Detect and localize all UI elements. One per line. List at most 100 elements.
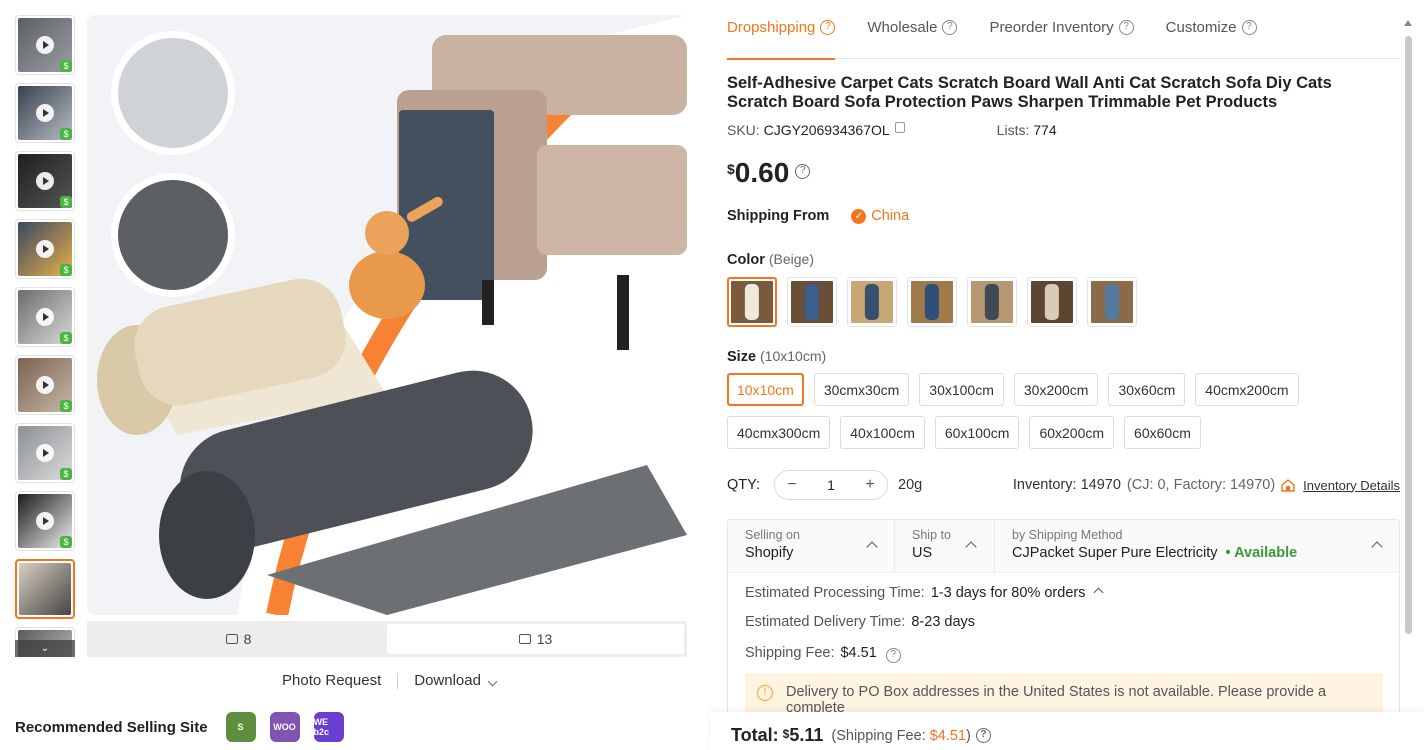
shopify-icon[interactable]: S	[225, 712, 256, 742]
copy-icon[interactable]	[894, 122, 905, 133]
help-icon[interactable]: ?	[1118, 20, 1134, 35]
size-option[interactable]: 40cmx200cm	[1195, 373, 1299, 406]
thumbnail[interactable]	[15, 559, 75, 619]
help-icon[interactable]: ?	[885, 648, 901, 663]
increment-button[interactable]: +	[863, 476, 877, 494]
size-option[interactable]: 40x100cm	[840, 416, 925, 449]
price-badge-icon: $	[60, 60, 72, 72]
help-icon[interactable]: ?	[975, 728, 991, 743]
size-option[interactable]: 60x60cm	[1124, 416, 1201, 449]
video-icon	[225, 634, 238, 644]
thumbnail[interactable]: $	[15, 15, 75, 75]
product-meta: SKU: CJGY206934367OL Lists: 774	[727, 122, 1057, 138]
color-swatch[interactable]	[1027, 277, 1077, 327]
shipping-from-value[interactable]: China	[871, 208, 909, 224]
swatch-roll	[864, 284, 880, 320]
inventory-label: Inventory:	[1012, 477, 1077, 493]
swatch-roll	[924, 284, 940, 320]
purchase-mode-tabs: Dropshipping? Wholesale? Preorder Inventor…	[727, 0, 1400, 60]
woocommerce-icon[interactable]: WOO	[269, 712, 300, 742]
total-label: Total:	[731, 725, 779, 745]
price-amount: 0.60	[734, 157, 790, 188]
price-badge-icon: $	[60, 536, 72, 548]
thumbnail[interactable]: $	[15, 287, 75, 347]
quantity-input[interactable]: 1	[827, 477, 835, 493]
color-swatch[interactable]	[907, 277, 957, 327]
thumbnail[interactable]: $	[15, 151, 75, 211]
decrement-button[interactable]: −	[785, 476, 799, 494]
swatch-image	[791, 281, 833, 323]
play-icon	[36, 104, 54, 122]
size-option[interactable]: 30x60cm	[1108, 373, 1186, 406]
tab-videos[interactable]: 8	[90, 624, 387, 654]
ship-to-select[interactable]: Ship to US	[895, 520, 995, 572]
size-option[interactable]: 30x200cm	[1013, 373, 1099, 406]
tab-dropshipping[interactable]: Dropshipping?	[727, 0, 836, 60]
size-option[interactable]: 60x200cm	[1029, 416, 1115, 449]
color-swatch[interactable]	[847, 277, 897, 327]
inventory-details-link[interactable]: Inventory Details	[1303, 478, 1400, 493]
selling-on-select[interactable]: Selling on Shopify	[728, 520, 895, 572]
tab-preorder-inventory[interactable]: Preorder Inventory?	[989, 0, 1134, 59]
swatch-roll	[1104, 284, 1120, 320]
shipping-method-select[interactable]: by Shipping Method CJPacket Super Pure E…	[995, 520, 1399, 572]
scroll-up-arrow[interactable]	[1404, 20, 1412, 26]
tab-label: Customize	[1165, 19, 1237, 36]
play-icon	[36, 36, 54, 54]
selling-site-icons: S WOO WE b2c	[225, 712, 344, 742]
total-bar: Total: $5.11 (Shipping Fee: $4.51) ?	[710, 712, 1424, 750]
thumbnail[interactable]: $	[15, 491, 75, 551]
shipping-fee: Shipping Fee: $4.51 ?	[745, 645, 901, 663]
processing-value: 1-3 days for 80% orders	[930, 585, 1086, 601]
lists-value: 774	[1033, 122, 1057, 138]
size-option[interactable]: 30cmx30cm	[813, 373, 910, 406]
color-swatch[interactable]	[787, 277, 837, 327]
chevron-up-icon[interactable]	[1093, 587, 1103, 598]
swatch-image	[731, 281, 773, 323]
help-icon[interactable]: ?	[795, 164, 811, 179]
qty-label: QTY:	[727, 477, 761, 493]
gallery-actions: Photo Request Download	[282, 672, 498, 689]
quantity-stepper: − 1 +	[774, 470, 889, 500]
photo-request-link[interactable]: Photo Request	[282, 672, 381, 689]
tab-images[interactable]: 13	[387, 624, 684, 654]
color-label: Color	[727, 252, 765, 268]
tab-wholesale[interactable]: Wholesale?	[867, 0, 958, 59]
download-dropdown[interactable]: Download	[414, 672, 498, 689]
warehouse-icon	[1281, 478, 1295, 492]
play-icon	[36, 308, 54, 326]
delivery-value: 8-23 days	[911, 614, 976, 630]
help-icon[interactable]: ?	[820, 20, 836, 35]
recommended-label: Recommended Selling Site	[15, 718, 208, 736]
help-icon[interactable]: ?	[1241, 20, 1257, 35]
price-currency: $	[727, 161, 735, 177]
thumbnail[interactable]: $	[15, 355, 75, 415]
color-swatch[interactable]	[967, 277, 1017, 327]
tab-label: Preorder Inventory	[989, 19, 1114, 36]
fee-value: $4.51	[929, 728, 967, 744]
divider	[397, 672, 399, 689]
thumbnail[interactable]: $	[15, 423, 75, 483]
thumbnail-list: $ $ $ $ $ $ $ $	[15, 15, 75, 657]
size-option[interactable]: 30x100cm	[919, 373, 1004, 406]
color-swatch[interactable]	[1087, 277, 1137, 327]
product-title: Self-Adhesive Carpet Cats Scratch Board …	[727, 74, 1332, 111]
total-shipping-fee: (Shipping Fee: $4.51)	[831, 728, 970, 744]
size-option[interactable]: 10x10cm	[727, 373, 804, 406]
size-option[interactable]: 40cmx300cm	[727, 416, 831, 449]
color-swatch[interactable]	[727, 277, 777, 327]
price-badge-icon: $	[60, 332, 72, 344]
wix-b2c-icon[interactable]: WE b2c	[313, 712, 344, 742]
scrollbar[interactable]	[1405, 36, 1412, 634]
tab-customize[interactable]: Customize?	[1166, 0, 1257, 59]
size-option[interactable]: 60x100cm	[934, 416, 1020, 449]
help-icon[interactable]: ?	[942, 20, 958, 35]
thumbnail[interactable]: $	[15, 219, 75, 279]
shipping-fee-label: Shipping Fee:	[745, 645, 835, 661]
delivery-time: Estimated Delivery Time: 8-23 days	[745, 614, 975, 630]
thumbnail[interactable]: $	[15, 83, 75, 143]
thumbnails-scroll-down-button[interactable]: ⌄	[15, 640, 75, 657]
image-count: 13	[536, 631, 553, 647]
media-tabs: 8 13	[87, 621, 687, 657]
swatch-image	[971, 281, 1013, 323]
